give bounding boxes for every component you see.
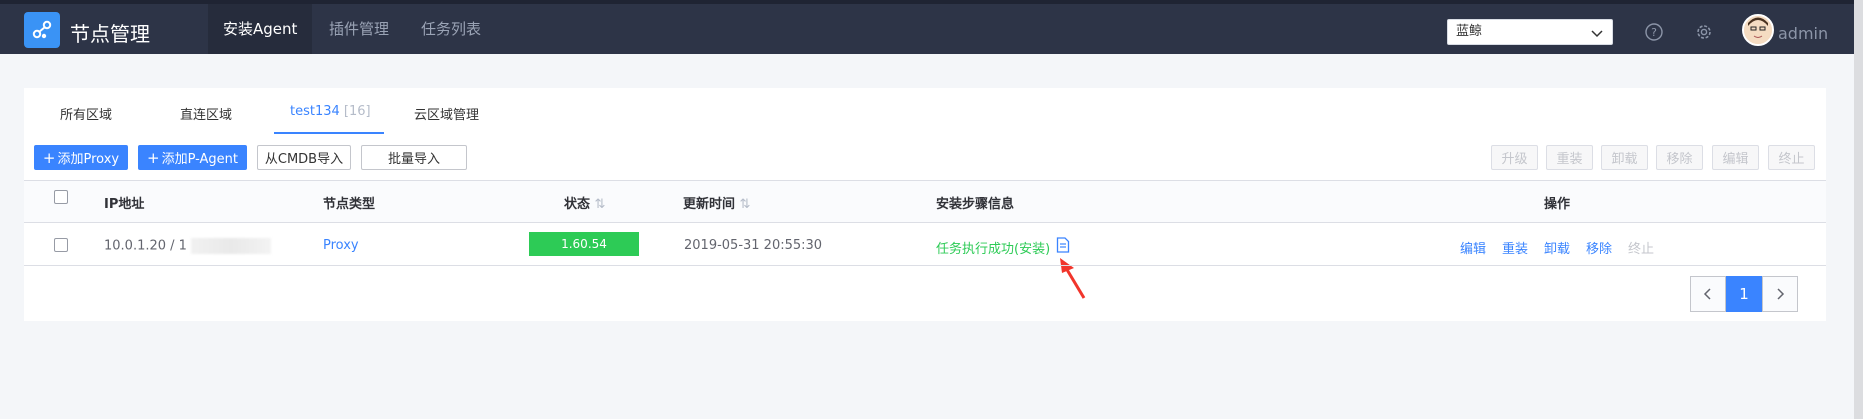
subtab-label: test134 [290,104,340,119]
subtab-direct-region[interactable]: 直连区域 [180,104,232,123]
column-header-operations: 操作 [1544,197,1571,212]
column-header-status-label: 状态 [564,197,591,212]
cell-install-info: 任务执行成功(安装) [936,242,1051,257]
cell-ip: 10.0.1.20 / 1 [104,238,272,254]
business-select[interactable]: 蓝鲸 [1447,19,1613,45]
nav-tab-install-agent[interactable]: 安装Agent [208,4,313,54]
cell-ip-text: 10.0.1.20 / 1 [104,238,187,254]
row-divider [24,265,1826,266]
nav-tab-task-list[interactable]: 任务列表 [406,4,496,54]
row-terminate-link[interactable]: 终止 [1628,238,1654,257]
log-detail-icon[interactable] [1056,237,1070,257]
chevron-down-icon [1590,25,1604,49]
column-header-ip: IP地址 [104,197,145,212]
column-header-status[interactable]: 状态 ⇅ [564,193,605,212]
sort-icon: ⇅ [739,197,751,212]
subtab-label: 云区域管理 [414,108,480,123]
svg-text:?: ? [1651,26,1657,39]
remove-button[interactable]: 移除 [1656,145,1703,170]
cell-updated-time: 2019-05-31 20:55:30 [684,238,823,253]
plus-icon: + [42,148,56,167]
edit-button[interactable]: 编辑 [1712,145,1759,170]
terminate-button[interactable]: 终止 [1768,145,1815,170]
upgrade-button[interactable]: 升级 [1491,145,1538,170]
business-select-value: 蓝鲸 [1456,24,1483,39]
add-p-agent-label: 添加P-Agent [161,152,239,167]
reinstall-button[interactable]: 重装 [1546,145,1593,170]
sort-icon: ⇅ [594,197,606,212]
subtab-test134[interactable]: test134 [16] [290,104,371,119]
column-header-install-info: 安装步骤信息 [936,197,1015,212]
help-icon[interactable]: ? [1644,22,1664,42]
chevron-right-icon [1777,288,1785,300]
subtab-cloud-region-management[interactable]: 云区域管理 [414,104,479,123]
column-header-updated-label: 更新时间 [683,197,736,212]
subtab-count: [16] [343,104,371,119]
row-edit-link[interactable]: 编辑 [1460,238,1486,257]
prev-page-button[interactable] [1690,276,1726,312]
row-checkbox[interactable] [54,238,68,252]
row-reinstall-link[interactable]: 重装 [1502,238,1528,257]
app-title: 节点管理 [70,22,150,46]
gear-icon[interactable] [1694,22,1714,42]
add-proxy-button[interactable]: + 添加Proxy [34,145,128,170]
avatar[interactable] [1742,14,1774,46]
top-navbar: 节点管理 安装Agent 插件管理 任务列表 蓝鲸 ? admin [0,0,1854,54]
chevron-left-icon [1703,288,1711,300]
cell-node-type[interactable]: Proxy [323,238,359,253]
select-all-checkbox[interactable] [54,190,68,204]
subtab-label: 直连区域 [180,108,233,123]
plus-icon: + [146,148,160,167]
row-uninstall-link[interactable]: 卸载 [1544,238,1570,257]
add-p-agent-button[interactable]: + 添加P-Agent [138,145,247,170]
app-logo-icon[interactable] [24,12,60,48]
add-proxy-label: 添加Proxy [57,152,120,167]
page-scrollbar[interactable] [1854,0,1863,419]
nav-tab-plugin-management[interactable]: 插件管理 [314,4,404,54]
row-remove-link[interactable]: 移除 [1586,238,1612,257]
subtab-all-regions[interactable]: 所有区域 [60,104,112,123]
subtab-label: 所有区域 [60,108,113,123]
username[interactable]: admin [1778,24,1828,43]
uninstall-button[interactable]: 卸载 [1601,145,1648,170]
next-page-button[interactable] [1762,276,1798,312]
import-from-cmdb-button[interactable]: 从CMDB导入 [257,145,351,170]
status-badge: 1.60.54 [529,232,639,256]
column-header-node-type: 节点类型 [323,197,376,212]
column-header-updated[interactable]: 更新时间 ⇅ [683,193,750,212]
redacted-blur [191,238,272,254]
batch-import-button[interactable]: 批量导入 [361,145,467,170]
page-number-button[interactable]: 1 [1726,276,1762,312]
active-tab-indicator [274,132,384,134]
